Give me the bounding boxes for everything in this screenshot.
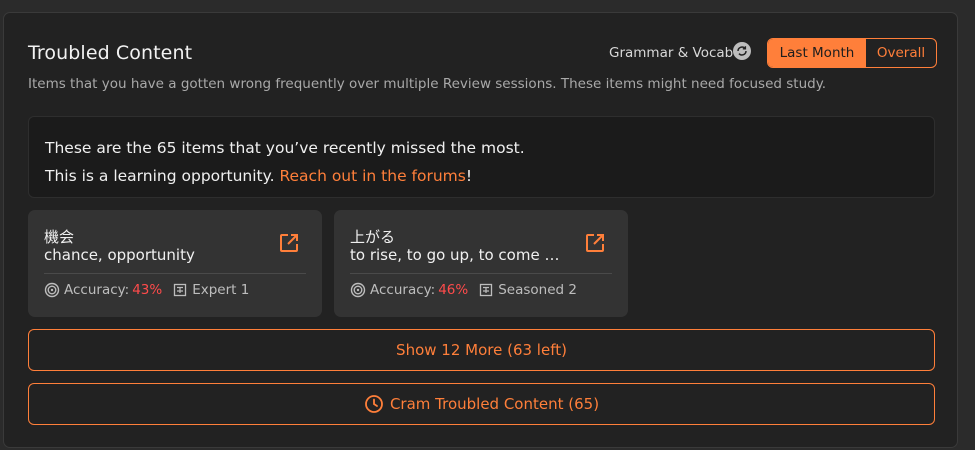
clock-icon <box>365 395 383 413</box>
troubled-content-panel: Troubled Content Items that you have a g… <box>3 12 958 448</box>
accuracy-label: Accuracy: <box>370 282 436 298</box>
target-icon <box>44 282 60 298</box>
content-type-label: Grammar & Vocab <box>609 45 734 61</box>
troubled-item-card[interactable]: 上がる to rise, to go up, to come up, to in… <box>334 210 628 317</box>
cram-button[interactable]: Cram Troubled Content (65) <box>28 383 935 425</box>
item-japanese: 上がる <box>350 228 396 246</box>
target-icon <box>350 282 366 298</box>
notice-line-2: This is a learning opportunity. Reach ou… <box>45 162 918 190</box>
cram-label: Cram Troubled Content (65) <box>389 395 600 413</box>
show-more-button[interactable]: Show 12 More (63 left) <box>28 329 935 371</box>
notice-line-1: These are the 65 items that you’ve recen… <box>45 139 525 157</box>
notice-line-2-end: ! <box>465 167 473 185</box>
item-meaning: chance, opportunity <box>44 246 195 264</box>
show-more-label: Show 12 More (63 left) <box>396 341 567 359</box>
level-badge-icon <box>172 282 188 298</box>
panel-title: Troubled Content <box>28 42 193 64</box>
switch-icon[interactable] <box>733 42 751 60</box>
card-divider <box>350 273 612 274</box>
srs-level: Seasoned 2 <box>498 282 577 298</box>
notice-line-2-text: This is a learning opportunity. <box>45 167 280 185</box>
accuracy-value: 46% <box>438 282 469 298</box>
srs-level: Expert 1 <box>192 282 250 298</box>
notice-box: These are the 65 items that you’ve recen… <box>28 116 935 198</box>
range-toggle: Last Month Overall <box>767 38 937 68</box>
external-link-icon[interactable] <box>584 232 606 254</box>
item-stats: Accuracy: 43% Expert 1 <box>44 282 249 298</box>
panel-subtitle: Items that you have a gotten wrong frequ… <box>28 76 827 92</box>
item-stats: Accuracy: 46% Seasoned 2 <box>350 282 577 298</box>
range-option-last-month[interactable]: Last Month <box>768 39 866 67</box>
accuracy-label: Accuracy: <box>64 282 130 298</box>
item-meaning: to rise, to go up, to come up, to increa… <box>350 246 560 264</box>
item-japanese: 機会 <box>44 228 75 246</box>
external-link-icon[interactable] <box>278 232 300 254</box>
forums-link[interactable]: Reach out in the forums <box>279 167 465 185</box>
accuracy-value: 43% <box>132 282 163 298</box>
range-option-overall[interactable]: Overall <box>866 39 936 67</box>
level-badge-icon <box>478 282 494 298</box>
troubled-item-card[interactable]: 機会 chance, opportunity Accuracy: 43% Exp… <box>28 210 322 317</box>
card-divider <box>44 273 306 274</box>
